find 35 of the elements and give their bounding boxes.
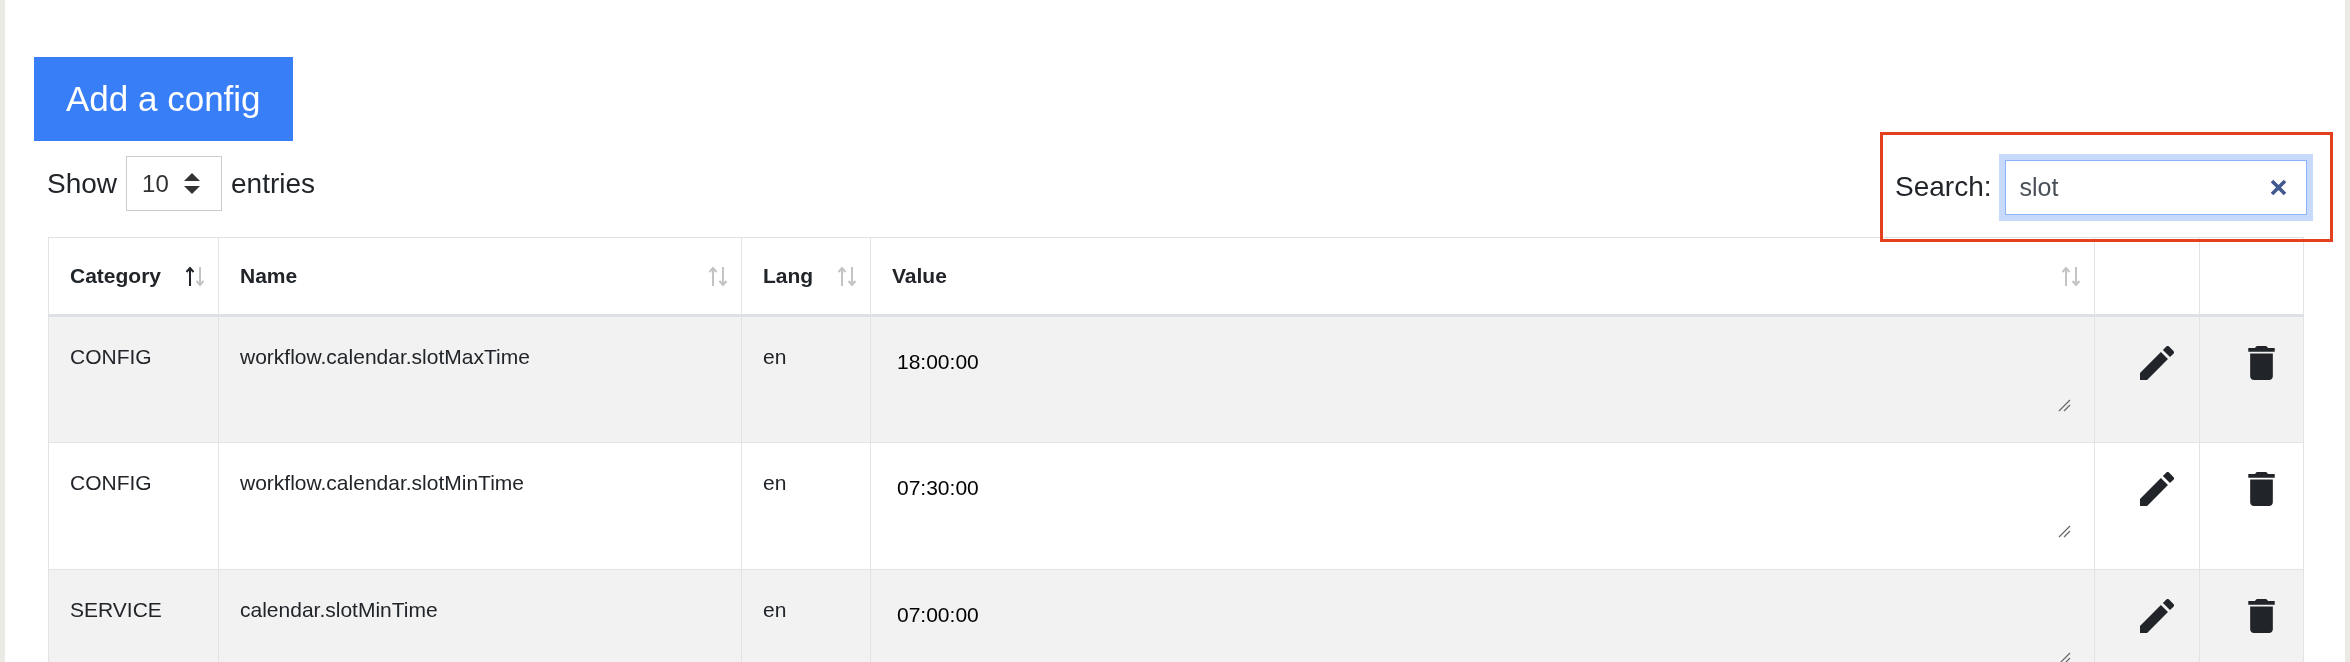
language-text: en bbox=[763, 345, 787, 368]
updown-caret-icon bbox=[184, 173, 201, 194]
delete-button[interactable] bbox=[2248, 472, 2275, 506]
resize-grip-icon[interactable] bbox=[2058, 399, 2071, 412]
search-field[interactable]: slot bbox=[1998, 153, 2313, 221]
entries-label: entries bbox=[231, 167, 316, 200]
key-text: workflow.calendar.slotMaxTime bbox=[240, 345, 530, 368]
pencil-icon bbox=[2140, 472, 2174, 506]
key-text: workflow.calendar.slotMinTime bbox=[240, 471, 524, 494]
trash-icon bbox=[2248, 346, 2275, 380]
edit-button[interactable] bbox=[2140, 599, 2174, 633]
delete-button[interactable] bbox=[2248, 599, 2275, 633]
language-text: en bbox=[763, 598, 787, 621]
show-label: Show bbox=[47, 167, 118, 200]
pencil-icon bbox=[2140, 346, 2174, 380]
trash-icon bbox=[2248, 472, 2275, 506]
edit-button[interactable] bbox=[2140, 346, 2174, 380]
language-text: en bbox=[763, 471, 787, 494]
resize-grip-icon[interactable] bbox=[2058, 652, 2071, 662]
value-field[interactable]: 07:30:00 bbox=[892, 468, 2073, 540]
search-label: Search: bbox=[1895, 171, 1992, 203]
entries-select[interactable]: 10 bbox=[126, 156, 223, 211]
category-text: CONFIG bbox=[70, 345, 152, 368]
pencil-icon bbox=[2140, 599, 2174, 633]
category-text: SERVICE bbox=[70, 598, 162, 621]
value-field[interactable]: 07:00:00 bbox=[892, 595, 2073, 662]
key-text: calendar.slotMinTime bbox=[240, 598, 438, 621]
add-config-button[interactable]: Add a config bbox=[34, 57, 293, 141]
clear-icon[interactable] bbox=[2269, 178, 2287, 196]
edit-button[interactable] bbox=[2140, 472, 2174, 506]
trash-icon bbox=[2248, 599, 2275, 633]
category-text: CONFIG bbox=[70, 471, 152, 494]
resize-grip-icon[interactable] bbox=[2058, 525, 2071, 538]
value-field[interactable]: 18:00:00 bbox=[892, 342, 2073, 414]
delete-button[interactable] bbox=[2248, 346, 2275, 380]
